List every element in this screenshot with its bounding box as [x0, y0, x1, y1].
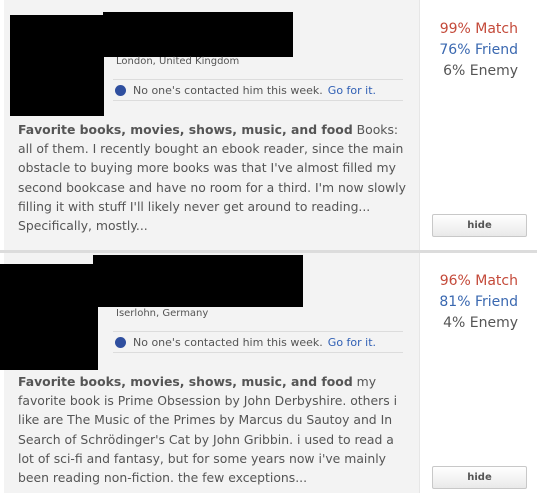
contact-status: No one's contacted him this week. Go for… — [113, 331, 403, 353]
profile-summary: Iserlohn, Germany No one's contacted him… — [0, 253, 419, 493]
go-for-it-link[interactable]: Go for it. — [328, 336, 376, 349]
essay-heading: Favorite books, movies, shows, music, an… — [18, 122, 353, 137]
friend-percentage: 76% Friend — [439, 42, 518, 58]
contact-status-text: No one's contacted him this week. — [133, 335, 323, 349]
status-dot-icon — [115, 84, 126, 96]
go-for-it-link[interactable]: Go for it. — [328, 84, 376, 97]
enemy-percentage: 4% Enemy — [443, 315, 518, 331]
profile-card: London, United Kingdom No one's contacte… — [0, 0, 537, 250]
match-panel: 99% Match 76% Friend 6% Enemy — [419, 0, 537, 250]
essay-excerpt[interactable]: Favorite books, movies, shows, music, an… — [18, 372, 408, 487]
contact-status: No one's contacted him this week. Go for… — [113, 79, 403, 101]
essay-text: Books: all of them. I recently bought an… — [18, 122, 406, 234]
hide-button[interactable]: hide — [432, 466, 527, 489]
friend-percentage: 81% Friend — [439, 294, 518, 310]
essay-heading: Favorite books, movies, shows, music, an… — [18, 374, 353, 389]
username-redacted[interactable] — [103, 12, 293, 57]
match-panel: 96% Match 81% Friend 4% Enemy — [419, 253, 537, 493]
profile-location: London, United Kingdom — [116, 56, 240, 67]
match-percentage: 96% Match — [439, 273, 518, 289]
match-percentage: 99% Match — [439, 21, 518, 37]
essay-excerpt[interactable]: Favorite books, movies, shows, music, an… — [18, 120, 408, 235]
enemy-percentage: 6% Enemy — [443, 63, 518, 79]
profile-photo-redacted[interactable] — [0, 264, 98, 370]
profile-location: Iserlohn, Germany — [116, 308, 209, 319]
essay-text: my favorite book is Prime Obsession by J… — [18, 374, 398, 486]
status-dot-icon — [115, 336, 126, 348]
username-redacted[interactable] — [93, 255, 303, 307]
profile-summary: London, United Kingdom No one's contacte… — [4, 0, 419, 250]
contact-status-text: No one's contacted him this week. — [133, 83, 323, 97]
hide-button[interactable]: hide — [432, 214, 527, 237]
profile-card: Iserlohn, Germany No one's contacted him… — [0, 253, 537, 493]
profile-photo-redacted[interactable] — [10, 15, 104, 116]
